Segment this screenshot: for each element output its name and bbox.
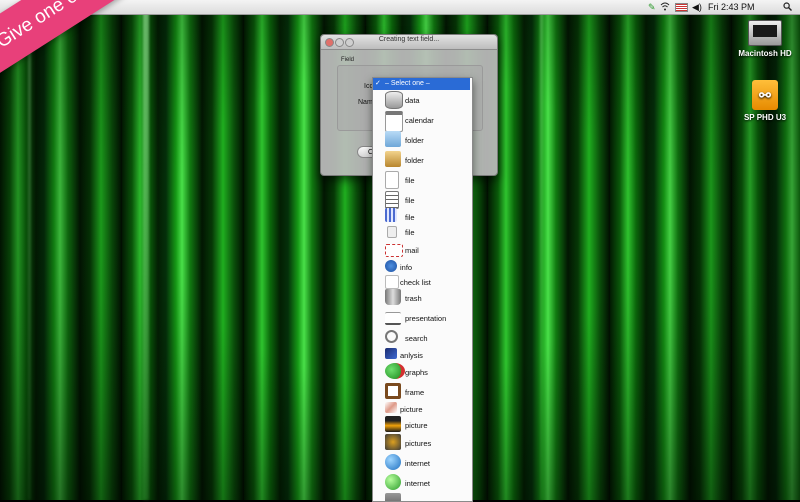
file-small-icon [387, 226, 397, 238]
pen-icon[interactable]: ✎ [648, 2, 656, 12]
folder-icon [385, 131, 401, 147]
presentation-icon [385, 312, 401, 325]
partial-item-icon [385, 493, 401, 501]
dropdown-item-search[interactable]: search [373, 329, 470, 347]
dropdown-item-file[interactable]: file [373, 191, 470, 209]
desktop-icon-sp-phd-u3[interactable]: ⚯ SP PHD U3 [725, 80, 800, 122]
dropdown-item-frame[interactable]: frame [373, 383, 470, 401]
picture-icon [385, 402, 397, 413]
file-icon [385, 171, 399, 189]
menu-bar: ✎ ◀) Fri 2:43 PM [0, 0, 800, 15]
dropdown-item-partial[interactable] [373, 493, 470, 501]
hard-drive-icon [748, 20, 782, 46]
file-table-icon [385, 191, 399, 209]
dropdown-item-label: file [405, 196, 415, 205]
desktop-icon-macintosh-hd[interactable]: Macintosh HD [725, 20, 800, 58]
dropdown-item-file[interactable]: file [373, 223, 470, 241]
dropdown-item-label: picture [405, 421, 428, 430]
dropdown-item-trash[interactable]: trash [373, 289, 470, 307]
dialog-title: Creating text field... [378, 36, 440, 43]
dropdown-item-label: data [405, 96, 420, 105]
field-group-label: Field [341, 57, 355, 63]
dropdown-item-folder[interactable]: folder [373, 131, 470, 149]
menubar-clock[interactable]: Fri 2:43 PM [708, 2, 755, 12]
dialog-titlebar: Creating text field... [321, 35, 497, 50]
search-icon[interactable] [783, 2, 792, 13]
dropdown-item-graphs[interactable]: graphs [373, 363, 470, 381]
icon-dropdown-menu[interactable]: ✓ – Select one – data calendar folder fo… [372, 77, 473, 502]
wifi-icon[interactable] [660, 2, 670, 13]
curtain-highlight [28, 0, 31, 500]
checkmark-icon: ✓ [375, 80, 381, 87]
dropdown-item-label: file [405, 213, 415, 222]
dropdown-item-anlysis[interactable]: anlysis [373, 346, 470, 364]
dropdown-item-label: info [400, 263, 413, 272]
dropdown-item-folder[interactable]: folder [373, 151, 470, 169]
dropdown-item-label: file [405, 228, 415, 237]
calendar-icon [385, 111, 403, 132]
curtain-highlight [143, 0, 149, 500]
dropdown-selected-label: – Select one – [385, 80, 430, 87]
pictures-icon [385, 434, 401, 450]
dropdown-item-presentation[interactable]: presentation [373, 309, 470, 327]
dropdown-item-label: internet [405, 459, 431, 468]
globe-green-icon [385, 474, 401, 490]
dropdown-item-label: internet [405, 479, 431, 488]
trash-icon [385, 289, 401, 305]
info-icon [385, 260, 397, 272]
dropdown-item-label: folder [405, 136, 424, 145]
dropdown-item-label: graphs [405, 368, 428, 377]
dropdown-item-label: folder [405, 156, 424, 165]
dropdown-item-file[interactable]: file [373, 171, 470, 189]
dropdown-item-label: search [405, 334, 428, 343]
dropdown-item-label: anlysis [400, 351, 423, 360]
dropdown-item-label: trash [405, 294, 422, 303]
flag-icon[interactable] [675, 3, 688, 12]
dropdown-item-picture[interactable]: picture [373, 416, 470, 434]
dropdown-item-internet[interactable]: internet [373, 454, 470, 472]
dropdown-item-label: calendar [405, 116, 434, 125]
frame-icon [385, 383, 401, 399]
database-icon [385, 91, 403, 109]
folder-brown-icon [385, 151, 401, 167]
search-icon [385, 330, 398, 343]
dropdown-item-label: mail [405, 246, 419, 255]
dropdown-item-data[interactable]: data [373, 91, 470, 109]
graphs-icon [385, 363, 405, 379]
usb-drive-icon: ⚯ [752, 80, 778, 110]
volume-icon[interactable]: ◀) [692, 2, 702, 12]
dropdown-item-pictures[interactable]: pictures [373, 434, 470, 452]
dropdown-item-calendar[interactable]: calendar [373, 111, 470, 132]
dropdown-selected-option[interactable]: ✓ – Select one – [373, 78, 470, 90]
dropdown-item-label: picture [400, 405, 423, 414]
globe-icon [385, 454, 401, 470]
dropdown-item-label: file [405, 176, 415, 185]
desktop-icon-label: SP PHD U3 [743, 113, 787, 122]
mail-icon [385, 244, 403, 257]
dropdown-item-label: presentation [405, 314, 447, 323]
dropdown-item-mail[interactable]: mail [373, 241, 470, 259]
dropdown-item-label: frame [405, 388, 425, 397]
analysis-icon [385, 348, 397, 359]
curtain-highlight [540, 0, 543, 500]
sunset-picture-icon [385, 416, 401, 432]
desktop-icon-label: Macintosh HD [738, 49, 792, 58]
dropdown-item-label: check list [400, 278, 431, 287]
file-blue-icon [385, 208, 397, 222]
dropdown-item-internet[interactable]: internet [373, 474, 470, 492]
dropdown-item-label: pictures [405, 439, 432, 448]
checklist-icon [385, 275, 399, 289]
